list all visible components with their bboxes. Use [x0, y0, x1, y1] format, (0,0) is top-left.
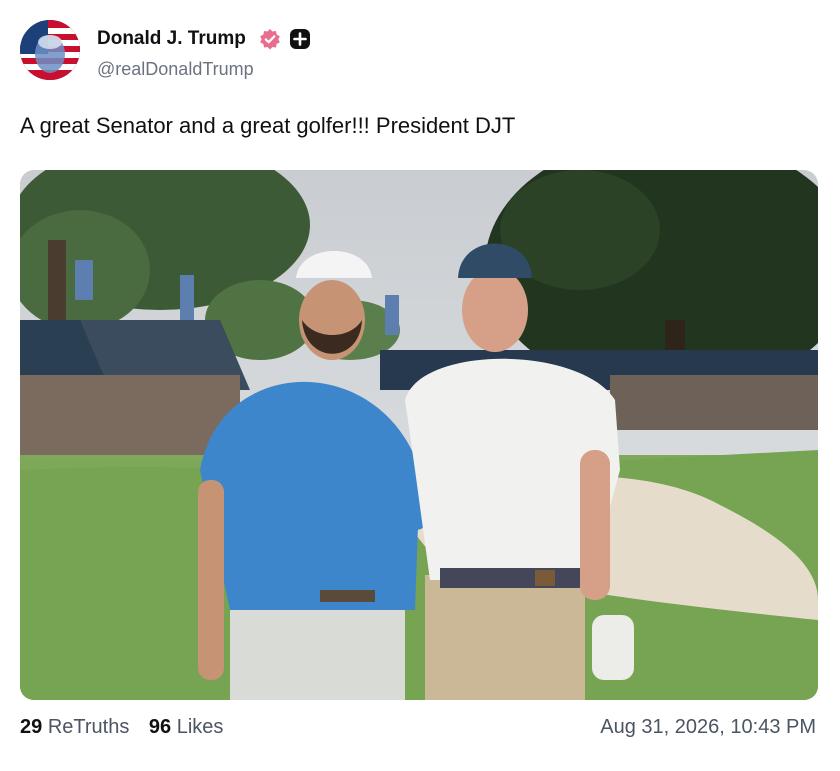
likes-label: Likes: [176, 716, 224, 738]
avatar-flag-portrait-image: [20, 20, 80, 80]
post-stats: 29 ReTruths 96 Likes: [20, 716, 223, 739]
retruths-count: 29: [20, 716, 43, 738]
verified-badge-icon: [260, 29, 280, 50]
retruths-stat[interactable]: 29 ReTruths: [20, 716, 129, 739]
author-handle[interactable]: @realDonaldTrump: [97, 59, 254, 80]
retruths-label: ReTruths: [47, 716, 130, 738]
post-timestamp[interactable]: Aug 31, 2026, 10:43 PM: [600, 716, 816, 739]
post-text: A great Senator and a great golfer!!! Pr…: [20, 113, 516, 138]
post-photo[interactable]: [20, 170, 818, 700]
likes-stat[interactable]: 96 Likes: [149, 716, 224, 739]
golf-course-photo-image: [20, 170, 818, 700]
author-avatar[interactable]: [20, 20, 80, 80]
likes-count: 96: [148, 716, 172, 738]
plus-badge-icon: [290, 29, 310, 49]
author-name[interactable]: Donald J. Trump: [97, 28, 246, 50]
